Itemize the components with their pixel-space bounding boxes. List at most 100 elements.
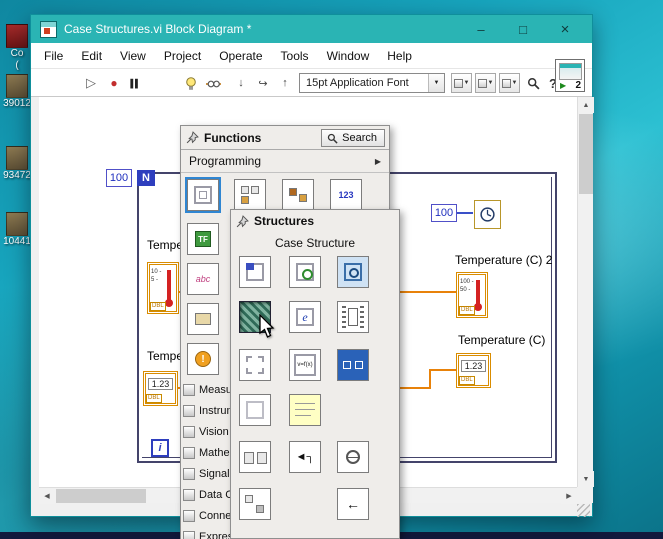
count-terminal[interactable]: N (137, 170, 155, 186)
scroll-left-button[interactable]: ◀ (39, 488, 55, 504)
temperature-wire-2-bend[interactable] (429, 369, 431, 389)
dropdown-caret-icon: ▼ (463, 80, 470, 86)
conditional-disable-structure-icon[interactable] (239, 394, 271, 426)
scroll-right-button[interactable]: ▶ (561, 488, 577, 504)
align-objects-icon (453, 78, 463, 88)
desktop-icon-label: 93472 (3, 170, 31, 181)
menu-edit[interactable]: Edit (72, 49, 111, 63)
align-objects-dropdown[interactable]: ▼ (451, 73, 472, 93)
retain-wire-values-button[interactable] (203, 73, 223, 93)
array-subpalette-icon[interactable] (234, 179, 266, 211)
boolean-subpalette-icon[interactable]: TF (187, 223, 219, 255)
flat-sequence-icon[interactable] (337, 301, 369, 333)
palette-search-button[interactable]: Search (321, 129, 385, 147)
scroll-up-button[interactable]: ▲ (578, 97, 594, 113)
front-panel-thumbnail (559, 63, 582, 80)
thermometer-scale: 10 - 5 - (151, 269, 162, 283)
wait-constant[interactable]: 100 (431, 204, 457, 222)
menu-tools[interactable]: Tools (272, 49, 318, 63)
functions-palette-header: Functions Search (181, 126, 389, 150)
distribute-objects-icon (477, 78, 487, 88)
temperature-wire-2-end[interactable] (431, 369, 456, 371)
vertical-scroll-thumb[interactable] (579, 114, 593, 194)
pause-button[interactable]: ▌▌ (125, 73, 145, 93)
thermometer-mercury (474, 280, 482, 311)
search-button[interactable] (523, 73, 543, 93)
pin-icon[interactable] (236, 214, 249, 228)
menu-file[interactable]: File (35, 49, 72, 63)
string-subpalette-icon[interactable]: abc (187, 263, 219, 295)
app-file-icon (6, 24, 28, 48)
titlebar[interactable]: Case Structures.vi Block Diagram * – □ × (31, 15, 592, 43)
vertical-scrollbar[interactable]: ▲ ▼ (577, 97, 594, 487)
wait-wire[interactable] (457, 212, 473, 214)
desktop-icon-file-1[interactable]: 39012 (0, 74, 34, 110)
menu-window[interactable]: Window (318, 49, 379, 63)
close-button[interactable]: × (544, 16, 586, 42)
decorations-icon[interactable] (239, 488, 271, 520)
step-into-button[interactable]: ↓ (231, 73, 251, 93)
step-over-button[interactable]: ↪ (253, 73, 273, 93)
run-button[interactable]: ▷ (81, 73, 101, 93)
reorder-dropdown[interactable]: ▼ (499, 73, 520, 93)
highlight-execution-button[interactable] (181, 73, 201, 93)
structures-subpalette-icon[interactable] (185, 177, 221, 213)
minimize-button[interactable]: – (460, 16, 502, 42)
timed-structures-icon[interactable] (337, 256, 369, 288)
window-count-badge: 2 (575, 80, 581, 91)
window-resize-grip[interactable] (577, 504, 590, 517)
file-icon (6, 146, 28, 170)
formula-node-icon[interactable]: v=f(x) (289, 349, 321, 381)
maximize-button[interactable]: □ (502, 16, 544, 42)
for-loop-icon[interactable] (239, 256, 271, 288)
thermometer-terminal-right[interactable]: 100 - 50 - DBL (456, 272, 488, 318)
iteration-terminal[interactable]: i (151, 439, 169, 457)
numeric-terminal-left[interactable]: 1.23 DBL (143, 371, 178, 406)
wait-ms-function[interactable] (473, 199, 502, 230)
step-out-button[interactable]: ↑ (275, 73, 295, 93)
retain-wires-icon (205, 80, 221, 87)
reorder-icon (501, 78, 511, 88)
left-indicator-label-1: Temperature (C) 2 (147, 238, 181, 252)
comment-icon[interactable] (289, 394, 321, 426)
abort-button[interactable]: ● (104, 73, 124, 93)
dialog-user-interface-subpalette-icon[interactable]: ! (187, 343, 219, 375)
right-indicator-label-2: Temperature (C) (458, 333, 546, 347)
horizontal-scroll-thumb[interactable] (56, 489, 146, 503)
menu-view[interactable]: View (111, 49, 155, 63)
numeric-subpalette-icon[interactable]: 123 (330, 179, 362, 211)
scroll-down-button[interactable]: ▼ (578, 471, 594, 487)
search-icon (527, 77, 540, 90)
event-structure-icon[interactable]: e (289, 301, 321, 333)
loop-count-constant[interactable]: 100 (106, 169, 132, 187)
wire-arrow-icon[interactable]: ← (337, 488, 369, 520)
search-button-label: Search (342, 132, 377, 144)
thermometer-terminal-left[interactable]: 10 - 5 - DBL (147, 262, 179, 314)
file-io-subpalette-icon[interactable] (187, 303, 219, 335)
menu-help[interactable]: Help (378, 49, 421, 63)
left-indicator-label-2: Temperature (C) (147, 349, 181, 363)
menu-operate[interactable]: Operate (210, 49, 271, 63)
menu-project[interactable]: Project (155, 49, 210, 63)
programming-category-row[interactable]: Programming ▶ (181, 150, 389, 173)
numeric-value: 1.23 (461, 360, 486, 372)
desktop-icon-label: Co (10, 48, 24, 59)
dropdown-caret-icon: ▼ (511, 80, 518, 86)
timed-sequence-icon[interactable] (239, 441, 271, 473)
pin-icon[interactable] (186, 131, 199, 144)
numeric-terminal-right[interactable]: 1.23 DBL (456, 353, 491, 388)
diagram-disable-structure-icon[interactable] (239, 349, 271, 381)
cluster-class-variant-subpalette-icon[interactable] (282, 179, 314, 211)
desktop-icon-file-3[interactable]: 10441 (0, 212, 34, 248)
font-dropdown[interactable]: 15pt Application Font ▼ (299, 73, 445, 93)
in-place-element-structure-icon[interactable] (337, 349, 369, 381)
feedback-node-icon[interactable]: ◄┐ (289, 441, 321, 473)
global-variable-icon[interactable] (337, 441, 369, 473)
desktop-icon-file-2[interactable]: 93472 (0, 146, 34, 182)
front-panel-switcher[interactable]: ▶ 2 (555, 59, 585, 92)
while-loop-icon[interactable] (289, 256, 321, 288)
category-icon (183, 383, 195, 396)
desktop-icon-app[interactable]: Co ( (0, 24, 34, 72)
programming-label: Programming (189, 154, 262, 168)
distribute-objects-dropdown[interactable]: ▼ (475, 73, 496, 93)
